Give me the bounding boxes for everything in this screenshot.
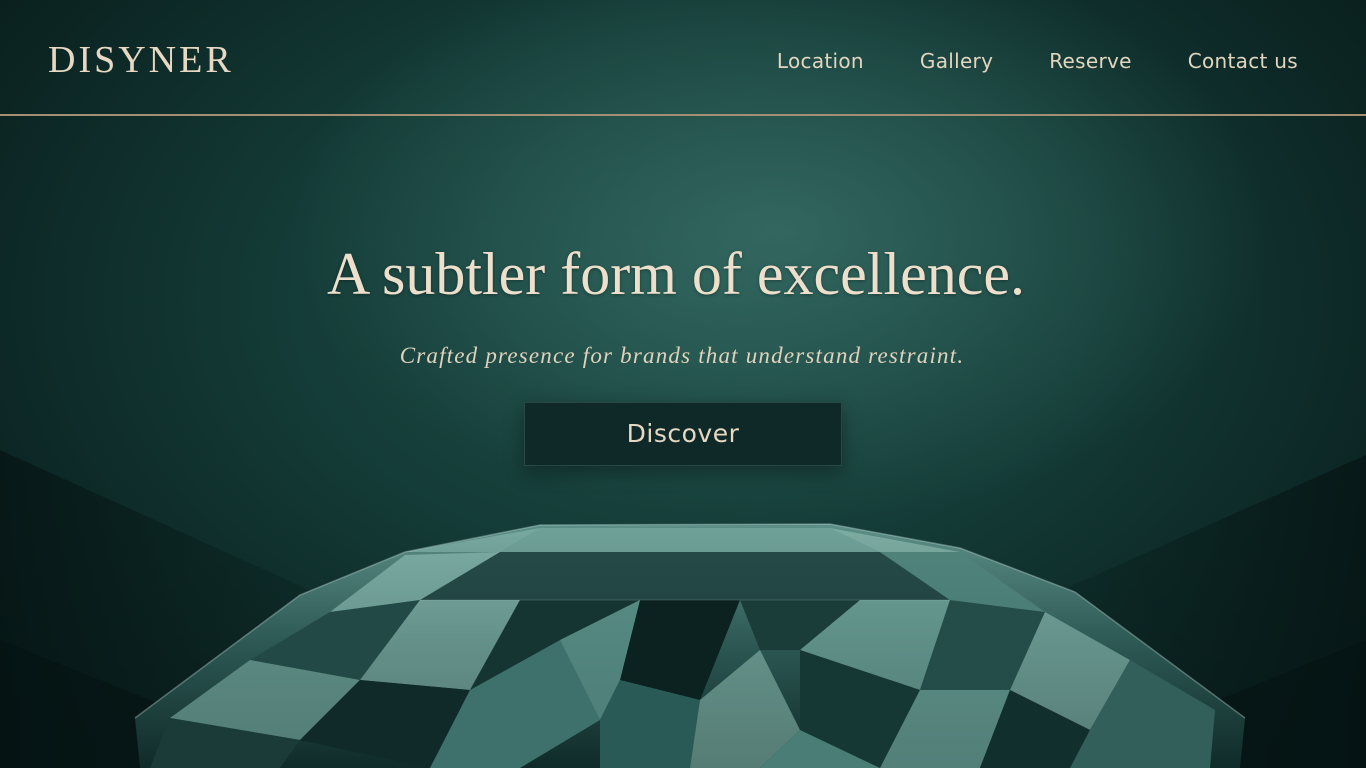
nav-link-contact-us[interactable]: Contact us xyxy=(1188,46,1298,76)
nav-link-location[interactable]: Location xyxy=(777,46,864,76)
nav-link-gallery[interactable]: Gallery xyxy=(920,46,993,76)
discover-button[interactable]: Discover xyxy=(524,402,842,466)
nav-link-reserve[interactable]: Reserve xyxy=(1049,46,1132,76)
hero-title: A subtler form of excellence. xyxy=(326,241,1026,307)
landing-page: DISYNER Location Gallery Reserve Contact… xyxy=(0,0,1366,768)
site-header: DISYNER Location Gallery Reserve Contact… xyxy=(0,0,1366,116)
hero-subtitle: Crafted presence for brands that underst… xyxy=(399,343,965,368)
main-nav: Location Gallery Reserve Contact us xyxy=(777,46,1298,76)
brand-logo[interactable]: DISYNER xyxy=(48,38,234,82)
header-divider xyxy=(0,114,1366,116)
